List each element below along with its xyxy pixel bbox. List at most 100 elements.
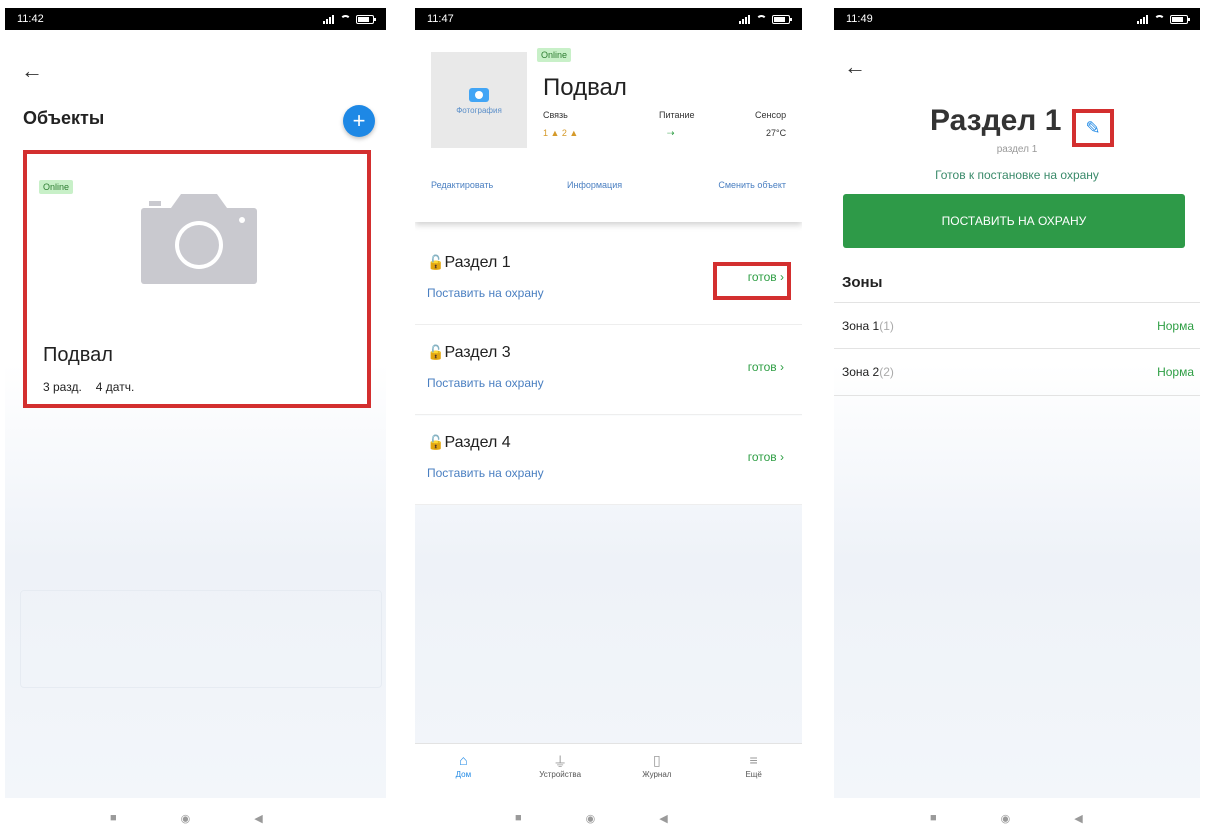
home-button-icon[interactable]: ◉ (1001, 812, 1011, 825)
add-object-button[interactable]: + (343, 105, 375, 137)
wifi-icon (1154, 15, 1165, 23)
battery-icon (1170, 14, 1190, 24)
zone-row[interactable]: Зона 2(2) Норма (834, 348, 1200, 396)
status-time: 11:49 (846, 13, 873, 25)
arm-button[interactable]: ПОСТАВИТЬ НА ОХРАНУ (843, 194, 1185, 248)
document-icon: ▯ (653, 752, 661, 768)
camera-icon (141, 194, 257, 284)
online-badge: Online (537, 48, 572, 62)
wifi-icon (340, 15, 351, 23)
menu-icon: ≡ (749, 752, 758, 768)
phone-section-screen: 11:49 ← Раздел 1 ✎ раздел 1 Готов к пост… (834, 8, 1200, 798)
recent-apps-icon[interactable]: ■ (110, 812, 117, 825)
arm-link[interactable]: Поставить на охрану (427, 286, 544, 300)
section-name: Раздел 1 (444, 254, 511, 271)
home-button-icon[interactable]: ◉ (181, 812, 191, 825)
section-row[interactable]: 🔓Раздел 1 Поставить на охрану готов › (415, 236, 802, 325)
section-row[interactable]: 🔓Раздел 3 Поставить на охрану готов › (415, 326, 802, 415)
power-plug-icon: ⇢ (667, 128, 675, 138)
nav-label: Журнал (642, 770, 672, 779)
back-triangle-icon[interactable]: ◀ (254, 812, 262, 825)
wifi-icon (756, 15, 767, 23)
object-name: Подвал (43, 344, 113, 366)
online-badge: Online (39, 180, 74, 194)
unlock-icon: 🔓 (427, 434, 445, 450)
sensors-count: 4 датч. (95, 380, 135, 394)
home-icon: ⌂ (459, 752, 468, 768)
unlock-icon: 🔓 (427, 344, 445, 360)
unlock-icon: 🔓 (427, 254, 445, 270)
page-title: Объекты (23, 108, 105, 128)
section-state: готов (747, 360, 777, 374)
battery-icon (356, 14, 376, 24)
info-link[interactable]: Информация (567, 180, 622, 190)
chevron-right-icon: › (780, 360, 784, 374)
nav-more[interactable]: ≡ Ещё (705, 744, 802, 798)
power-label: Питание (659, 110, 695, 120)
section-name: Раздел 4 (444, 434, 511, 451)
status-time: 11:47 (427, 13, 454, 25)
arm-link[interactable]: Поставить на охрану (427, 376, 544, 390)
nav-label: Дом (455, 770, 472, 779)
status-bar: 11:47 (415, 8, 802, 30)
plug-icon: ⏚ (553, 754, 568, 770)
status-bar: 11:42 (5, 8, 386, 30)
signal-icon (1137, 14, 1149, 24)
system-nav-bar: ■ ◉ ◀ (515, 812, 668, 825)
section-status: Готов к постановке на охрану (935, 168, 1099, 182)
system-nav-bar: ■ ◉ ◀ (110, 812, 263, 825)
battery-icon (772, 14, 792, 24)
nav-journal[interactable]: ▯ Журнал (609, 744, 706, 798)
chevron-right-icon: › (780, 450, 784, 464)
sections-count: 3 разд. (43, 380, 82, 394)
recent-apps-icon[interactable]: ■ (930, 812, 937, 825)
object-header: Фотография Online Подвал Связь 1 ▲ 2 ▲ П… (415, 30, 802, 222)
zone-number: (1) (879, 319, 894, 333)
nav-label: Устройства (539, 770, 582, 779)
nav-devices[interactable]: ⏚ Устройства (512, 744, 609, 798)
section-name: Раздел 3 (444, 344, 511, 361)
sensor-value: 27°C (765, 128, 787, 138)
faded-placeholder (20, 590, 382, 688)
section-state: готов (747, 450, 777, 464)
section-row[interactable]: 🔓Раздел 4 Поставить на охрану готов › (415, 416, 802, 505)
home-button-icon[interactable]: ◉ (586, 812, 596, 825)
link-value: 1 ▲ 2 ▲ (543, 128, 579, 138)
zones-heading: Зоны (842, 274, 883, 291)
arm-link[interactable]: Поставить на охрану (427, 466, 544, 480)
zone-row[interactable]: Зона 1(1) Норма (834, 302, 1200, 349)
object-name: Подвал (543, 74, 627, 101)
status-bar: 11:49 (834, 8, 1200, 30)
camera-icon (469, 88, 489, 102)
signal-icon (739, 14, 751, 24)
nav-home[interactable]: ⌂ Дом (415, 744, 512, 798)
recent-apps-icon[interactable]: ■ (515, 812, 522, 825)
edit-pencil-icon[interactable]: ✎ (1072, 109, 1114, 147)
back-triangle-icon[interactable]: ◀ (659, 812, 667, 825)
nav-label: Ещё (745, 770, 762, 779)
zone-name: Зона 1 (842, 319, 880, 333)
sensor-label: Сенсор (755, 110, 787, 120)
system-nav-bar: ■ ◉ ◀ (930, 812, 1083, 825)
change-object-link[interactable]: Сменить объект (718, 180, 786, 190)
section-subtitle: раздел 1 (996, 144, 1038, 155)
phone-objects-screen: 11:42 ← Объекты + Online Подвал 3 разд. … (5, 8, 386, 798)
status-time: 11:42 (17, 13, 44, 25)
highlight-box (713, 262, 791, 300)
zone-name: Зона 2 (842, 365, 880, 379)
object-photo[interactable]: Фотография (431, 52, 527, 148)
zone-state: Норма (1157, 365, 1194, 379)
back-arrow-icon[interactable]: ← (844, 56, 866, 78)
object-card[interactable]: Online Подвал 3 разд. 4 датч. (23, 150, 371, 408)
bottom-navigation: ⌂ Дом ⏚ Устройства ▯ Журнал ≡ Ещё (415, 743, 802, 798)
signal-icon (323, 14, 335, 24)
section-title: Раздел 1 (930, 104, 1062, 137)
link-label: Связь (543, 110, 568, 120)
back-arrow-icon[interactable]: ← (21, 60, 43, 82)
phone-object-detail-screen: 11:47 Фотография Online Подвал Связь 1 ▲… (415, 8, 802, 798)
edit-link[interactable]: Редактировать (431, 180, 493, 190)
photo-label: Фотография (456, 106, 502, 115)
back-triangle-icon[interactable]: ◀ (1074, 812, 1082, 825)
zone-state: Норма (1157, 319, 1194, 333)
zone-number: (2) (879, 365, 894, 379)
